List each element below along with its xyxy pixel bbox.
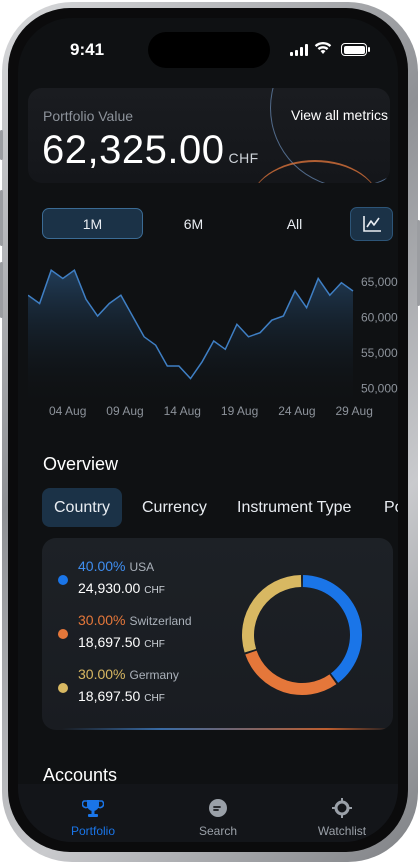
volume-down-button	[0, 262, 3, 318]
wifi-icon	[314, 41, 332, 54]
portfolio-chart: 65,000 60,000 55,000 50,000 04 Aug 09 Aug 14 …	[28, 269, 398, 418]
status-time: 9:41	[70, 40, 105, 59]
overview-title: Overview	[43, 454, 119, 474]
range-all-button[interactable]: All	[244, 208, 345, 239]
donut-slice-usa	[302, 575, 362, 683]
legend-currency: CHF	[144, 693, 165, 704]
tab-instrument-type[interactable]: Instrument Type	[237, 488, 351, 527]
nav-watchlist[interactable]: Watchlist	[302, 798, 382, 838]
screen: 9:41 Portfolio Value 62,325.00 CHF View a…	[18, 18, 398, 842]
nav-watchlist-label: Watchlist	[317, 824, 367, 838]
portfolio-value-label: Portfolio Value	[43, 108, 134, 124]
legend-country: USA	[129, 560, 155, 574]
volume-up-button	[0, 190, 3, 246]
x-axis-label: 14 Aug	[164, 404, 201, 418]
y-axis-label: 50,000	[361, 382, 398, 396]
portfolio-value: 62,325.00 CHF	[42, 128, 259, 173]
accounts-title: Accounts	[43, 765, 118, 785]
donut-slice-germany	[242, 575, 302, 653]
tab-position[interactable]: Pos	[384, 488, 398, 527]
y-axis-label: 55,000	[361, 346, 398, 360]
legend-percent: 30.00%	[78, 612, 126, 628]
legend-currency: CHF	[144, 585, 165, 596]
legend-percent: 40.00%	[78, 558, 126, 574]
portfolio-value-currency: CHF	[228, 150, 259, 166]
chart-type-button[interactable]	[350, 207, 393, 241]
nav-search-label: Search	[198, 824, 238, 838]
nav-search[interactable]: Search	[178, 798, 258, 838]
portfolio-value-card: Portfolio Value 62,325.00 CHF View all me…	[28, 88, 390, 183]
range-6m-button[interactable]: 6M	[143, 208, 244, 239]
legend-percent: 30.00%	[78, 666, 126, 682]
line-chart-icon	[362, 216, 381, 232]
x-axis-label: 04 Aug	[49, 404, 86, 418]
legend-dot	[58, 575, 68, 585]
x-axis-label: 24 Aug	[278, 404, 315, 418]
nav-portfolio[interactable]: Portfolio	[53, 798, 133, 838]
tab-currency[interactable]: Currency	[142, 488, 207, 527]
dynamic-island	[148, 32, 270, 68]
range-1m-button[interactable]: 1M	[42, 208, 143, 239]
cellular-signal-icon	[290, 44, 308, 56]
x-axis-label: 19 Aug	[221, 404, 258, 418]
overview-tabs: Country Currency Instrument Type Pos	[42, 488, 398, 528]
tab-country[interactable]: Country	[42, 488, 123, 527]
bottom-tab-bar: Portfolio Search Watchlist	[18, 784, 398, 842]
nav-portfolio-label: Portfolio	[70, 824, 116, 838]
legend-amount: 18,697.50	[78, 634, 141, 650]
legend-country: Germany	[129, 668, 179, 682]
legend-country: Switzerland	[129, 614, 192, 628]
time-range-selector: 1M 6M All	[42, 208, 398, 240]
legend-dot	[58, 629, 68, 639]
view-all-metrics-link[interactable]: View all metrics	[291, 107, 388, 123]
phone-bezel: 9:41 Portfolio Value 62,325.00 CHF View a…	[8, 8, 408, 852]
legend-amount: 24,930.00	[78, 580, 141, 596]
y-axis-label: 60,000	[361, 311, 398, 325]
x-axis-label: 29 Aug	[336, 404, 373, 418]
legend-amount: 18,697.50	[78, 688, 141, 704]
chart-area	[28, 270, 353, 408]
status-bar: 9:41	[18, 18, 398, 78]
legend-currency: CHF	[144, 639, 165, 650]
trophy-icon	[82, 800, 104, 817]
crosshair-icon	[332, 798, 352, 818]
portfolio-value-amount: 62,325.00	[42, 128, 225, 172]
card-glow	[62, 728, 393, 730]
allocation-donut-chart	[242, 575, 362, 695]
action-button	[0, 130, 3, 160]
donut-slice-switzerland	[245, 650, 337, 695]
allocation-card: 40.00% USA 24,930.00 CHF 30.00% Switzerland…	[42, 538, 393, 730]
x-axis-label: 09 Aug	[106, 404, 143, 418]
y-axis-label: 65,000	[361, 275, 398, 289]
search-bubble-icon	[209, 799, 227, 817]
battery-icon	[341, 43, 370, 56]
legend-dot	[58, 683, 68, 693]
